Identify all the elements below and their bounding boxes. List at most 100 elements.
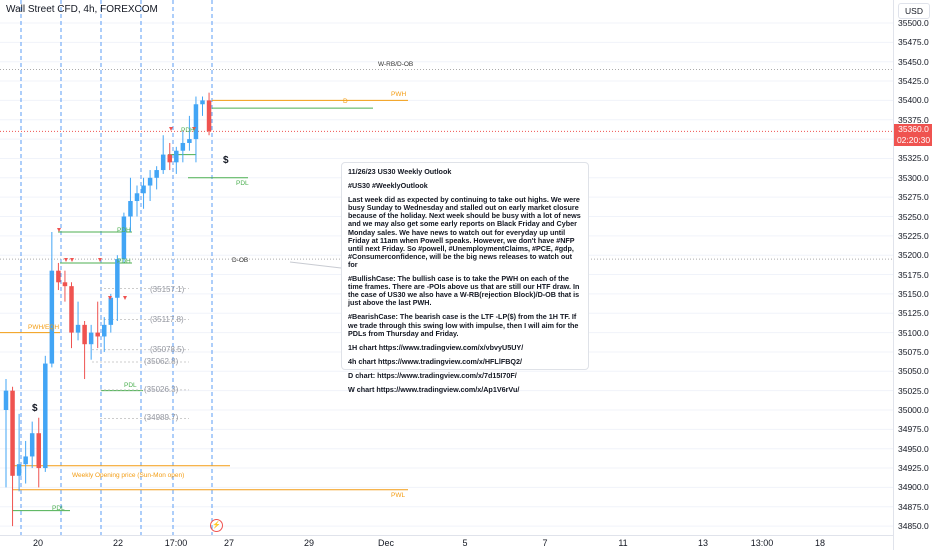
candle-body — [147, 177, 153, 186]
chart-area[interactable]: Wall Street CFD, 4h, FOREXCOM W-RB/D-OB … — [0, 0, 893, 535]
candle-body — [154, 170, 159, 178]
price-tick-label: 35150.0 — [898, 288, 929, 299]
liquidity-marker — [123, 296, 127, 300]
price-tick-label: 34850.0 — [898, 521, 929, 532]
time-tick-label: 29 — [303, 538, 315, 548]
liquidity-marker — [169, 127, 173, 131]
pdh-label-1: PDH — [181, 127, 195, 134]
d-label: D — [343, 98, 348, 105]
candle-body — [180, 142, 186, 151]
pdh-label-3: PDH — [117, 258, 131, 265]
price-note-5: (35026.3) — [144, 385, 179, 394]
candle-body — [141, 185, 146, 194]
candle-body — [62, 282, 68, 287]
current-price: 35360.0 — [898, 124, 929, 134]
time-tick-label: 13 — [697, 538, 709, 548]
candle-body — [3, 390, 9, 410]
candle-body — [36, 433, 41, 469]
note-link-3[interactable]: D chart: https://www.tradingview.com/x/7… — [348, 371, 582, 380]
time-tick-label: 27 — [223, 538, 235, 548]
price-tick-label: 35000.0 — [898, 405, 929, 415]
time-tick-label: 20 — [32, 538, 44, 548]
currency-selector[interactable]: USD — [898, 3, 930, 19]
candle-body — [10, 390, 15, 476]
candle-body — [206, 100, 212, 132]
price-tick-label: 35475.0 — [898, 37, 929, 48]
price-tick-label: 35075.0 — [898, 346, 929, 357]
candle-body — [69, 286, 74, 333]
w-rb-ob-label: W-RB/D-OB — [378, 61, 414, 68]
note-link-2[interactable]: 4h chart https://www.tradingview.com/x/H… — [348, 357, 582, 366]
candle-body — [82, 324, 87, 345]
price-tick-label: 35425.0 — [898, 76, 929, 87]
candle-body — [43, 363, 48, 469]
note-link-4[interactable]: W chart https://www.tradingview.com/x/Ap… — [348, 385, 582, 394]
candle-body — [102, 324, 107, 337]
price-tick-label: 35050.0 — [898, 366, 929, 377]
time-tick-label: 13:00 — [750, 538, 774, 548]
note-tags: #US30 #WeeklyOutlook — [348, 181, 428, 191]
price-tick-label: 35300.0 — [898, 172, 929, 183]
pdl-label-2: PDL — [124, 382, 137, 389]
d-ob-label: D-OB — [232, 257, 249, 264]
symbol-title[interactable]: Wall Street CFD, 4h, FOREXCOM — [6, 4, 158, 15]
time-tick-label: 7 — [542, 538, 548, 548]
candle-body — [200, 100, 205, 105]
candle-body — [160, 154, 166, 171]
price-tick-label: 35500.0 — [898, 18, 929, 28]
time-tick-label: 17:00 — [164, 538, 188, 548]
time-tick-label: 5 — [462, 538, 468, 548]
liquidity-marker — [70, 258, 74, 262]
pdl-label-1: PDL — [236, 180, 249, 187]
candle-body — [121, 216, 127, 260]
price-note-3: (35078.5) — [150, 345, 185, 354]
pdl-label-3: PDL — [52, 505, 65, 512]
pwh-label: PWH — [391, 91, 407, 98]
countdown: 02:20:30 — [896, 135, 931, 145]
price-tick-label: 35225.0 — [898, 230, 929, 241]
price-tick-label: 34875.0 — [898, 501, 929, 512]
pdh-label-2: PDH — [117, 227, 131, 234]
time-tick-label: 11 — [618, 538, 628, 548]
candle-body — [128, 201, 133, 217]
dollar-marker-2: $ — [32, 403, 38, 414]
current-price-badge: 35360.0 02:20:30 — [894, 124, 932, 146]
candle-body — [16, 464, 22, 476]
price-tick-label: 35325.0 — [898, 153, 929, 164]
price-tick-label: 34900.0 — [898, 482, 929, 493]
price-tick-label: 35200.0 — [898, 250, 929, 261]
lightning-icon[interactable]: ⚡ — [210, 519, 223, 532]
time-tick-label: 22 — [112, 538, 124, 548]
pwh-eqh-label: PWH/EQH — [28, 324, 60, 331]
note-para-2: #BullishCase: The bullish case is to tak… — [348, 274, 580, 308]
price-tick-label: 35100.0 — [898, 327, 929, 338]
weekly-outlook-note[interactable]: 11/26/23 US30 Weekly Outlook #US30 #Week… — [341, 162, 589, 394]
dollar-marker-1: $ — [223, 155, 229, 166]
price-note-2: (35117.8) — [150, 315, 184, 324]
note-title: 11/26/23 US30 Weekly Outlook — [348, 167, 452, 176]
price-axis[interactable]: USD 35500.0 35475.0 35450.0 35425.0 35400.0 3… — [893, 0, 932, 550]
note-link-1[interactable]: 1H chart https://www.tradingview.com/x/v… — [348, 343, 582, 352]
price-tick-label: 34950.0 — [898, 443, 929, 454]
note-para-1: Last week did as expected by continuing … — [348, 195, 581, 269]
price-note-4: (35062.8) — [144, 357, 179, 366]
candle-body — [29, 433, 35, 457]
candle-body — [88, 332, 94, 345]
candle-body — [108, 297, 114, 325]
candle-body — [49, 270, 55, 364]
candle-body — [23, 456, 28, 465]
time-axis[interactable]: 20 22 17:00 27 29 Dec 5 7 11 13 13:00 18 — [0, 535, 893, 551]
price-tick-label: 35400.0 — [898, 95, 929, 106]
time-tick-label: 18 — [814, 538, 826, 548]
liquidity-marker — [57, 228, 61, 232]
note-pointer — [289, 261, 342, 269]
price-tick-label: 35275.0 — [898, 192, 929, 203]
candle-body — [75, 324, 81, 333]
price-tick-label: 35175.0 — [898, 269, 929, 280]
pwl-label: PWL — [391, 492, 406, 499]
price-tick-label: 35125.0 — [898, 308, 929, 319]
price-tick-label: 35250.0 — [898, 211, 929, 222]
candle-body — [134, 193, 140, 202]
note-para-3: #BearishCase: The bearish case is the LT… — [348, 312, 579, 338]
price-tick-label: 35450.0 — [898, 56, 929, 67]
